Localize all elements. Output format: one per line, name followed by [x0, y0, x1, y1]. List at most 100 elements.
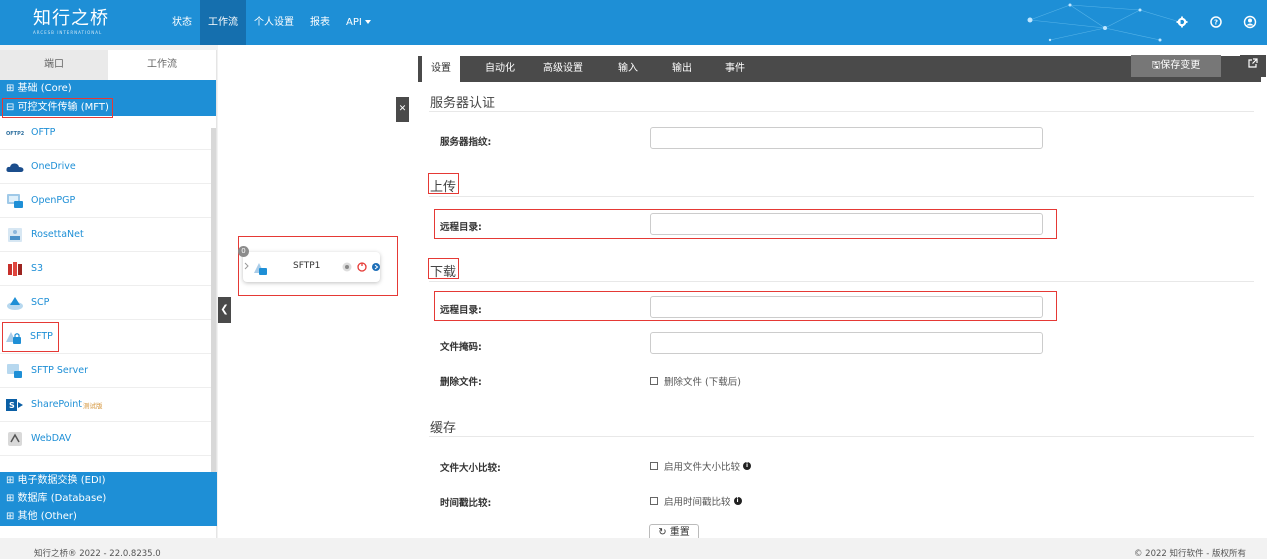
tab-settings[interactable]: 设置 — [422, 56, 460, 82]
size-compare-label: 文件大小比较: — [440, 463, 501, 474]
nav-api[interactable]: API — [338, 0, 379, 45]
gear-icon[interactable] — [1175, 15, 1189, 29]
list-scrollbar[interactable] — [211, 128, 216, 518]
connector-list: OFTP2 OFTP OneDrive OpenPGP RosettaNet S… — [0, 116, 216, 464]
checkbox-box — [650, 497, 658, 505]
upload-remote-dir-label: 远程目录: — [440, 222, 482, 233]
node-label: SFTP1 — [293, 261, 321, 271]
pgp-icon — [6, 193, 24, 209]
info-icon[interactable]: i — [743, 462, 752, 470]
tab-workflows[interactable]: 工作流 — [108, 50, 216, 80]
nav-workflow[interactable]: 工作流 — [200, 0, 246, 45]
cloud-icon — [6, 159, 24, 175]
file-mask-label: 文件掩码: — [440, 342, 482, 353]
logo-title: 知行之桥 — [33, 8, 109, 29]
bottom-categories: ⊞ 电子数据交换 (EDI) ⊞ 数据库 (Database) ⊞ 其他 (Ot… — [0, 472, 217, 526]
size-compare-checkbox[interactable]: 启用文件大小比较 i — [650, 459, 752, 473]
connector-sharepoint[interactable]: S SharePoint 测试版 — [0, 388, 216, 422]
time-compare-checkbox[interactable]: 启用时间戳比较 i — [650, 494, 742, 508]
section-server-auth: 服务器认证 — [430, 96, 496, 111]
main-nav: 状态 工作流 个人设置 报表 API — [164, 0, 379, 45]
app-logo[interactable]: 知行之桥 ARCESB INTERNATIONAL — [33, 8, 109, 36]
network-decoration — [1027, 3, 1181, 42]
connector-label: SCP — [31, 297, 50, 308]
checkbox-label: 启用时间戳比较 — [664, 497, 731, 508]
divider — [429, 281, 1254, 282]
collapse-panel-button[interactable]: ❮ — [218, 297, 231, 323]
connector-label: RosettaNet — [31, 229, 84, 240]
tab-output[interactable]: 输出 — [662, 56, 702, 82]
user-icon[interactable] — [1243, 15, 1257, 29]
settings-panel: 设置 自动化 高级设置 输入 输出 事件 🖫保存变更 服务器认证 服务器指纹: … — [411, 45, 1267, 540]
footer-copyright: © 2022 知行软件 - 版权所有 — [1133, 549, 1246, 559]
sftp-icon — [5, 329, 23, 345]
connector-panel: 端口 工作流 ⊞ 基础 (Core) ⊟ 可控文件传输 (MFT) OFTP2 … — [0, 50, 217, 538]
connector-label: SharePoint — [31, 399, 83, 410]
chevron-down-icon — [364, 20, 371, 24]
category-core[interactable]: ⊞ 基础 (Core) — [0, 80, 216, 98]
checkbox-label: 启用文件大小比较 — [664, 462, 741, 473]
sharepoint-icon: S — [6, 397, 24, 413]
flow-node-sftp1[interactable]: SFTP1 — [243, 252, 380, 282]
connector-sftp-server[interactable]: SFTP Server — [0, 354, 216, 388]
oftp-icon: OFTP2 — [6, 125, 24, 141]
connector-label: SFTP Server — [31, 365, 89, 376]
sftp-server-icon — [6, 363, 24, 379]
nav-reports[interactable]: 报表 — [302, 0, 338, 45]
nav-status[interactable]: 状态 — [164, 0, 200, 45]
svg-text:?: ? — [1214, 19, 1218, 27]
divider — [429, 436, 1254, 437]
top-bar: 知行之桥 ARCESB INTERNATIONAL 状态 工作流 个人设置 报表… — [0, 0, 1267, 45]
file-mask-input[interactable] — [650, 332, 1043, 354]
connector-oftp[interactable]: OFTP2 OFTP — [0, 116, 216, 150]
fingerprint-label: 服务器指纹: — [440, 137, 492, 148]
tab-automation[interactable]: 自动化 — [480, 56, 520, 82]
connector-label: WebDAV — [31, 433, 72, 444]
section-cache: 缓存 — [430, 421, 457, 436]
svg-text:S: S — [9, 401, 15, 410]
checkbox-box — [650, 462, 658, 470]
connector-tabs: 端口 工作流 — [0, 50, 216, 80]
category-edi[interactable]: ⊞ 电子数据交换 (EDI) — [0, 472, 217, 490]
save-changes-button[interactable]: 🖫保存变更 — [1131, 55, 1221, 77]
tab-ports[interactable]: 端口 — [0, 50, 108, 80]
checkbox-box — [650, 377, 658, 385]
divider — [429, 111, 1254, 112]
category-other[interactable]: ⊞ 其他 (Other) — [0, 508, 217, 526]
tab-events[interactable]: 事件 — [715, 56, 755, 82]
connector-sftp[interactable]: SFTP — [0, 320, 216, 354]
scp-icon — [6, 295, 24, 311]
connector-s3[interactable]: S3 — [0, 252, 216, 286]
section-upload: 上传 — [430, 180, 457, 195]
external-link-icon — [1248, 58, 1258, 68]
help-icon[interactable]: ? — [1209, 15, 1223, 29]
tab-advanced[interactable]: 高级设置 — [537, 56, 589, 82]
fingerprint-input[interactable] — [650, 127, 1043, 149]
connector-scp[interactable]: SCP — [0, 286, 216, 320]
upload-remote-dir-input[interactable] — [650, 213, 1043, 235]
checkbox-label: 删除文件 (下载后) — [664, 377, 741, 388]
connector-webdav[interactable]: WebDAV — [0, 422, 216, 456]
close-settings-button[interactable]: ✕ — [396, 97, 409, 122]
delete-file-checkbox[interactable]: 删除文件 (下载后) — [650, 374, 741, 388]
time-compare-label: 时间戳比较: — [440, 498, 492, 509]
chevron-left-icon: ❮ — [220, 304, 229, 315]
connector-label: OpenPGP — [31, 195, 76, 206]
connector-openpgp[interactable]: OpenPGP — [0, 184, 216, 218]
external-link-button[interactable] — [1240, 55, 1266, 77]
info-icon[interactable]: i — [733, 497, 742, 505]
delete-file-label: 删除文件: — [440, 377, 482, 388]
nav-personal-settings[interactable]: 个人设置 — [246, 0, 302, 45]
tab-input[interactable]: 输入 — [608, 56, 648, 82]
connector-label: SFTP — [30, 331, 53, 342]
connector-rosettanet[interactable]: RosettaNet — [0, 218, 216, 252]
webdav-icon — [6, 431, 24, 447]
rosettanet-icon — [6, 227, 24, 243]
connector-onedrive[interactable]: OneDrive — [0, 150, 216, 184]
svg-text:OFTP2: OFTP2 — [6, 131, 24, 137]
download-remote-dir-input[interactable] — [650, 296, 1043, 318]
nav-api-label: API — [346, 17, 362, 28]
category-mft[interactable]: ⊟ 可控文件传输 (MFT) — [0, 98, 216, 118]
category-database[interactable]: ⊞ 数据库 (Database) — [0, 490, 217, 508]
footer-version: 知行之桥® 2022 - 22.0.8235.0 — [34, 549, 161, 559]
